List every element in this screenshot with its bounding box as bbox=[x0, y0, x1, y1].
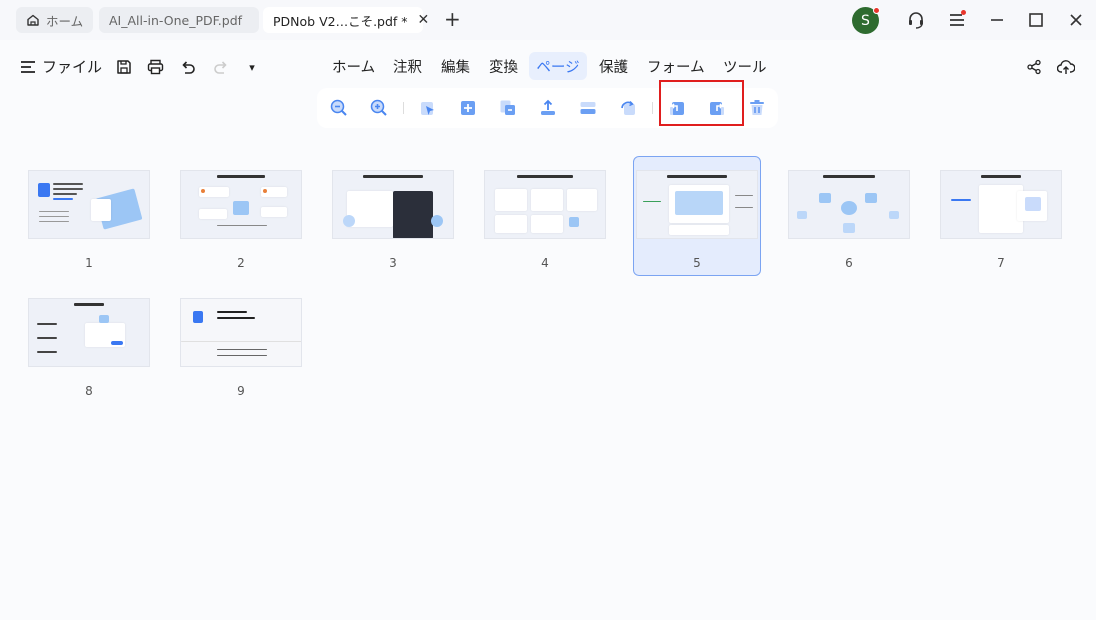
notification-dot bbox=[873, 7, 880, 14]
replace-page-icon[interactable] bbox=[498, 98, 518, 118]
close-window-button[interactable] bbox=[1065, 9, 1087, 31]
insert-page-icon[interactable] bbox=[458, 98, 478, 118]
redo-icon[interactable] bbox=[211, 57, 231, 77]
close-tab-icon[interactable]: ✕ bbox=[418, 12, 430, 28]
tab-nav-annotate[interactable]: 注釈 bbox=[386, 52, 429, 80]
tab-nav-protect[interactable]: 保護 bbox=[592, 52, 635, 80]
page-number-6: 6 bbox=[845, 256, 853, 270]
page-thumbnail-6[interactable] bbox=[788, 170, 910, 239]
page-number-2: 2 bbox=[237, 256, 245, 270]
page-number-7: 7 bbox=[997, 256, 1005, 270]
tab-nav-edit[interactable]: 編集 bbox=[434, 52, 477, 80]
logo-icon bbox=[38, 183, 50, 197]
page-number-5: 5 bbox=[693, 256, 701, 270]
page-thumbnail-2[interactable] bbox=[180, 170, 302, 239]
logo-icon bbox=[193, 311, 203, 323]
tab-bar: ホーム AI_All-in-One_PDF.pdf PDNob V2…こそ.pd… bbox=[0, 0, 1096, 40]
tab-nav-home[interactable]: ホーム bbox=[325, 52, 382, 80]
zoom-out-icon[interactable] bbox=[329, 98, 349, 118]
file-menu-button[interactable]: ファイル bbox=[20, 56, 102, 77]
tab-home[interactable]: ホーム bbox=[16, 7, 94, 33]
avatar[interactable]: S bbox=[852, 7, 880, 34]
page-number-8: 8 bbox=[85, 384, 93, 398]
page-thumbnail-4[interactable] bbox=[484, 170, 606, 239]
page-thumbnail-1[interactable] bbox=[28, 170, 150, 239]
tab-ai-pdf[interactable]: AI_All-in-One_PDF.pdf bbox=[99, 7, 259, 33]
select-page-icon[interactable] bbox=[418, 98, 438, 118]
page-number-9: 9 bbox=[237, 384, 245, 398]
cloud-upload-icon[interactable] bbox=[1056, 57, 1076, 77]
file-menu-label: ファイル bbox=[42, 58, 103, 76]
page-thumbnail-8[interactable] bbox=[28, 298, 150, 367]
hamburger-icon bbox=[20, 60, 36, 74]
rotate-buttons-highlight bbox=[659, 80, 744, 126]
page-thumbnail-9[interactable] bbox=[180, 298, 302, 367]
separator bbox=[403, 102, 404, 114]
page-number-1: 1 bbox=[85, 256, 93, 270]
tab-nav-form[interactable]: フォーム bbox=[640, 52, 712, 80]
tab-pdnob-label: PDNob V2…こそ.pdf * bbox=[273, 13, 408, 29]
tab-pdnob[interactable]: PDNob V2…こそ.pdf * ✕ bbox=[263, 7, 429, 33]
tab-ai-pdf-label: AI_All-in-One_PDF.pdf bbox=[109, 12, 243, 28]
new-tab-button[interactable]: + bbox=[444, 8, 461, 30]
undo-icon[interactable] bbox=[178, 57, 198, 77]
zoom-in-icon[interactable] bbox=[369, 98, 389, 118]
minimize-button[interactable] bbox=[986, 9, 1008, 31]
delete-page-icon[interactable] bbox=[747, 98, 767, 118]
page-thumbnail-3[interactable] bbox=[332, 170, 454, 239]
more-dropdown-icon[interactable]: ▾ bbox=[242, 57, 262, 77]
menu-notification-dot bbox=[961, 10, 966, 15]
page-thumbnail-5[interactable] bbox=[636, 170, 758, 239]
share-icon[interactable] bbox=[1024, 57, 1044, 77]
page-number-3: 3 bbox=[389, 256, 397, 270]
separator bbox=[652, 102, 653, 114]
avatar-initial: S bbox=[861, 12, 870, 29]
support-icon[interactable] bbox=[905, 9, 927, 31]
tab-nav-convert[interactable]: 変換 bbox=[482, 52, 525, 80]
split-page-icon[interactable] bbox=[578, 98, 598, 118]
home-icon bbox=[26, 13, 40, 27]
extract-page-icon[interactable] bbox=[538, 98, 558, 118]
maximize-button[interactable] bbox=[1025, 9, 1047, 31]
page-number-4: 4 bbox=[541, 256, 549, 270]
print-icon[interactable] bbox=[145, 57, 165, 77]
page-thumbnail-7[interactable] bbox=[940, 170, 1062, 239]
save-icon[interactable] bbox=[114, 57, 134, 77]
tab-home-label: ホーム bbox=[46, 13, 84, 29]
rotate-page-icon[interactable] bbox=[618, 98, 638, 118]
tab-nav-tools[interactable]: ツール bbox=[716, 52, 774, 80]
tab-nav-page[interactable]: ページ bbox=[529, 52, 587, 80]
